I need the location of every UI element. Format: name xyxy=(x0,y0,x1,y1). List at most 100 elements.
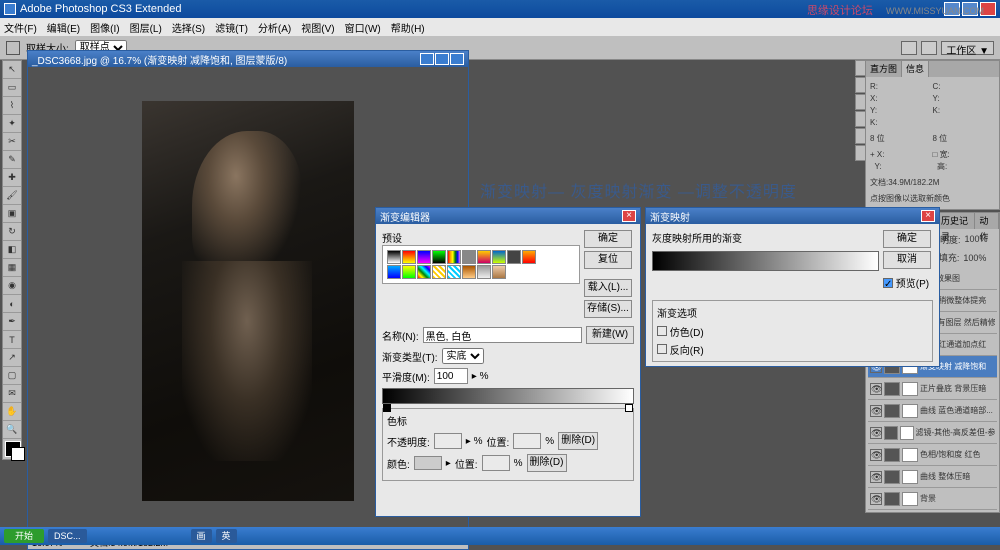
menu-window[interactable]: 窗口(W) xyxy=(345,20,381,35)
gradient-name-input[interactable] xyxy=(423,327,582,343)
ok-button[interactable]: 确定 xyxy=(584,230,632,248)
tab-histogram[interactable]: 直方图 xyxy=(866,61,902,77)
tab-actions[interactable]: 动作 xyxy=(975,213,999,229)
pen-tool-icon[interactable]: ✒ xyxy=(3,313,21,331)
gradient-stop-right[interactable] xyxy=(625,404,633,412)
save-button[interactable]: 存储(S)... xyxy=(584,300,632,318)
tab-history[interactable]: 历史记录 xyxy=(937,213,975,229)
gradient-stop-left[interactable] xyxy=(383,404,391,412)
menu-help[interactable]: 帮助(H) xyxy=(391,20,425,35)
hand-tool-icon[interactable]: ✋ xyxy=(3,403,21,421)
layer-thumb[interactable] xyxy=(884,470,900,484)
layer-thumb[interactable] xyxy=(884,492,900,506)
layer-row[interactable]: 👁曲线 整体压暗 xyxy=(868,466,997,488)
doc-max-icon[interactable] xyxy=(435,53,449,65)
delete-stop-button[interactable]: 删除(D) xyxy=(558,432,598,450)
visibility-icon[interactable]: 👁 xyxy=(870,383,882,395)
stamp-tool-icon[interactable]: ▣ xyxy=(3,205,21,223)
zoom-tool-icon[interactable]: 🔍 xyxy=(3,421,21,439)
eraser-tool-icon[interactable]: ◧ xyxy=(3,241,21,259)
new-button[interactable]: 新建(W) xyxy=(586,326,634,344)
doc-close-icon[interactable] xyxy=(450,53,464,65)
layer-thumb[interactable] xyxy=(884,448,900,462)
menu-analysis[interactable]: 分析(A) xyxy=(258,20,291,35)
layer-row[interactable]: 👁正片叠底 背景压暗 xyxy=(868,378,997,400)
gradient-map-bar[interactable] xyxy=(652,251,879,271)
history-brush-icon[interactable]: ↻ xyxy=(3,223,21,241)
color-swatch[interactable] xyxy=(5,441,21,457)
eyedropper-icon[interactable] xyxy=(6,41,20,55)
visibility-icon[interactable]: 👁 xyxy=(870,471,882,483)
move-tool-icon[interactable]: ↖ xyxy=(3,61,21,79)
dodge-tool-icon[interactable]: ◐ xyxy=(3,295,21,313)
dither-checkbox[interactable] xyxy=(657,326,667,336)
layer-row[interactable]: 👁滤镜-其他-高反差但-参数... xyxy=(868,422,997,444)
layer-thumb[interactable] xyxy=(884,404,900,418)
visibility-icon[interactable]: 👁 xyxy=(870,493,882,505)
layer-mask[interactable] xyxy=(902,404,918,418)
heal-tool-icon[interactable]: ✚ xyxy=(3,169,21,187)
layer-row[interactable]: 👁色相/饱和度 红色 xyxy=(868,444,997,466)
ok-button[interactable]: 确定 xyxy=(883,230,931,248)
wand-tool-icon[interactable]: ✦ xyxy=(3,115,21,133)
delete-color-button[interactable]: 删除(D) xyxy=(527,454,567,472)
layer-row[interactable]: 👁背景 xyxy=(868,488,997,510)
stop-opacity-input[interactable] xyxy=(434,433,462,449)
notes-tool-icon[interactable]: ✉ xyxy=(3,385,21,403)
doc-min-icon[interactable] xyxy=(420,53,434,65)
menu-edit[interactable]: 编辑(E) xyxy=(47,20,80,35)
reverse-checkbox[interactable] xyxy=(657,344,667,354)
close-icon[interactable]: × xyxy=(622,210,636,222)
lang-indicator-1[interactable]: 画 xyxy=(191,529,212,543)
layer-mask[interactable] xyxy=(902,448,918,462)
visibility-icon[interactable]: 👁 xyxy=(870,405,882,417)
visibility-icon[interactable]: 👁 xyxy=(870,427,882,439)
taskbar-item-1[interactable]: DSC... xyxy=(48,529,87,543)
preview-checkbox[interactable]: ✓ xyxy=(883,278,893,288)
gradient-tool-icon[interactable]: ▦ xyxy=(3,259,21,277)
menu-select[interactable]: 选择(S) xyxy=(172,20,205,35)
stop-color-swatch[interactable] xyxy=(414,456,442,470)
menu-file[interactable]: 文件(F) xyxy=(4,20,37,35)
layer-mask[interactable] xyxy=(902,470,918,484)
shape-tool-icon[interactable]: ▢ xyxy=(3,367,21,385)
document-titlebar[interactable]: _DSC3668.jpg @ 16.7% (渐变映射 减降饱和, 图层蒙版/8) xyxy=(28,51,468,67)
lang-indicator-2[interactable]: 英 xyxy=(216,529,237,543)
lasso-tool-icon[interactable]: ⌇ xyxy=(3,97,21,115)
layer-row[interactable]: 👁曲线 蓝色通道暗部... xyxy=(868,400,997,422)
load-button[interactable]: 载入(L)... xyxy=(584,279,632,297)
cancel-button[interactable]: 复位 xyxy=(584,251,632,269)
stop-location-input[interactable] xyxy=(513,433,541,449)
crop-tool-icon[interactable]: ✂ xyxy=(3,133,21,151)
layer-mask[interactable] xyxy=(902,382,918,396)
menu-image[interactable]: 图像(I) xyxy=(90,20,119,35)
options-icon-2[interactable] xyxy=(921,41,937,55)
layer-mask[interactable] xyxy=(902,492,918,506)
path-tool-icon[interactable]: ↗ xyxy=(3,349,21,367)
gradient-type-select[interactable]: 实底 xyxy=(442,348,484,364)
gradient-map-titlebar[interactable]: 渐变映射 × xyxy=(646,208,939,224)
start-button[interactable]: 开始 xyxy=(4,529,44,543)
color-location-input[interactable] xyxy=(482,455,510,471)
close-icon[interactable]: × xyxy=(921,210,935,222)
menu-layer[interactable]: 图层(L) xyxy=(130,20,162,35)
menu-filter[interactable]: 滤镜(T) xyxy=(215,20,248,35)
gradient-editor-titlebar[interactable]: 渐变编辑器 × xyxy=(376,208,640,224)
marquee-tool-icon[interactable]: ▭ xyxy=(3,79,21,97)
layer-thumb[interactable] xyxy=(884,426,898,440)
layer-mask[interactable] xyxy=(900,426,914,440)
type-tool-icon[interactable]: T xyxy=(3,331,21,349)
smoothness-input[interactable] xyxy=(434,368,468,384)
eyedropper-tool-icon[interactable]: ✎ xyxy=(3,151,21,169)
brush-tool-icon[interactable]: 🖌 xyxy=(3,187,21,205)
visibility-icon[interactable]: 👁 xyxy=(870,449,882,461)
blur-tool-icon[interactable]: ◉ xyxy=(3,277,21,295)
menu-view[interactable]: 视图(V) xyxy=(301,20,334,35)
options-icon-1[interactable] xyxy=(901,41,917,55)
layer-thumb[interactable] xyxy=(884,382,900,396)
gradient-preview-bar[interactable] xyxy=(382,388,634,404)
tab-info[interactable]: 信息 xyxy=(902,61,929,77)
cancel-button[interactable]: 取消 xyxy=(883,251,931,269)
workspace-dropdown[interactable]: 工作区 ▼ xyxy=(941,41,994,55)
preset-swatches[interactable] xyxy=(382,245,580,284)
